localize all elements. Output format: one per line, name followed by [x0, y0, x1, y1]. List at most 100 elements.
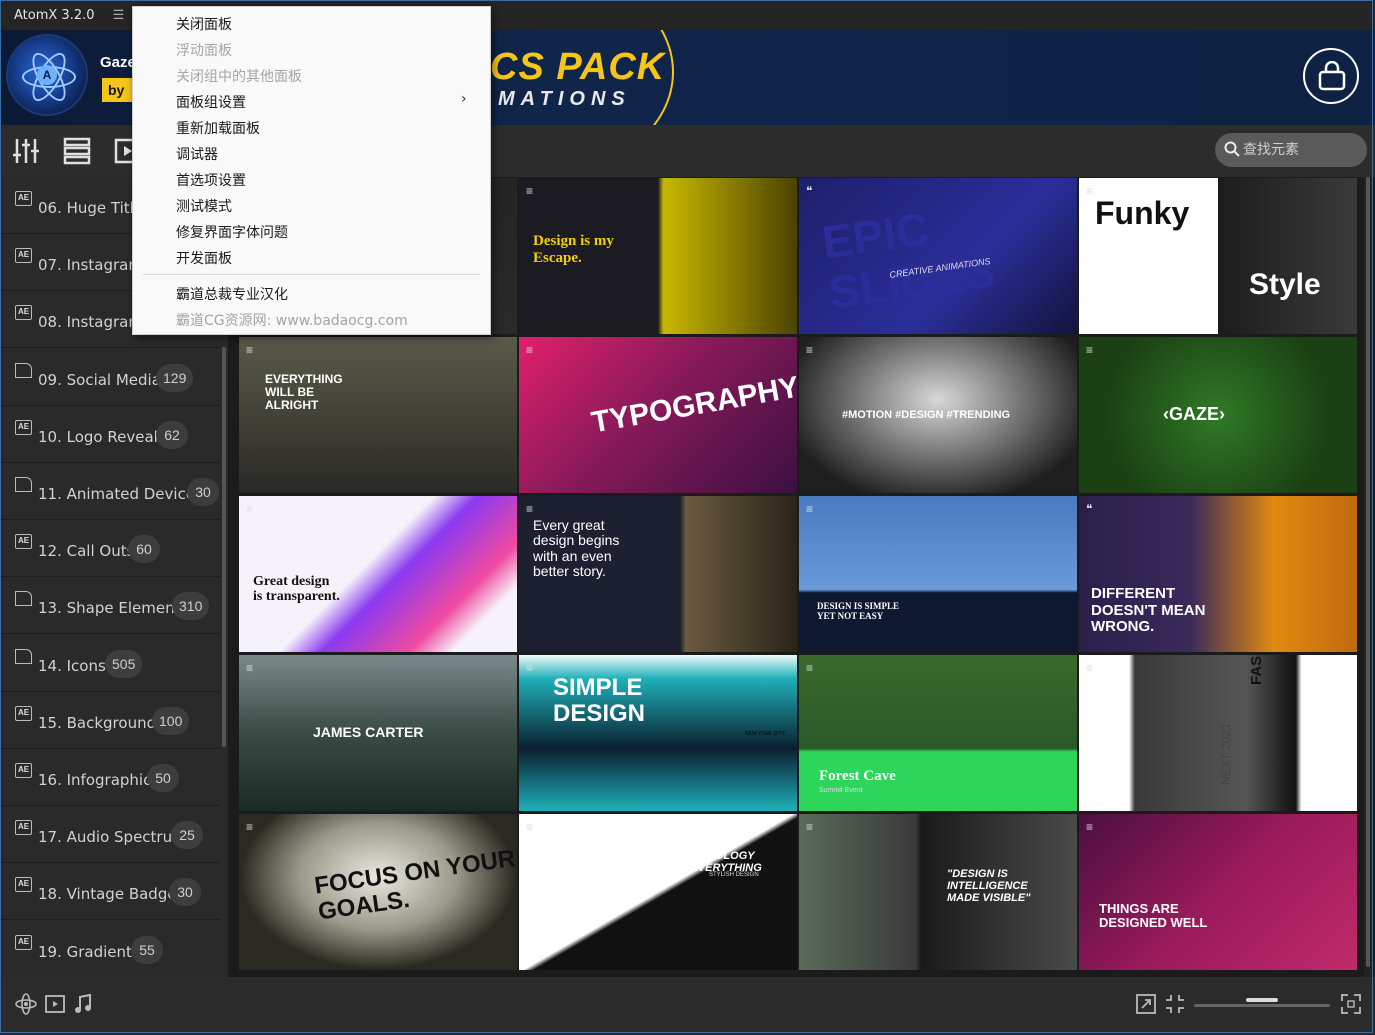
thumbnail-title: Forest Cave	[819, 768, 896, 784]
thumbnail-title: DESIGN IS SIMPLE YET NOT EASY	[817, 601, 900, 621]
template-thumbnail[interactable]: DESIGN IS SIMPLE YET NOT EASY ≡	[799, 496, 1077, 652]
sidebar-category-label: 16. Infographics	[38, 771, 160, 789]
template-thumbnail[interactable]: "DESIGN IS INTELLIGENCE MADE VISIBLE" ≡	[799, 814, 1077, 970]
thumbnail-menu-icon: ≡	[246, 343, 254, 357]
list-view-icon[interactable]	[63, 137, 91, 165]
sidebar-category-item[interactable]: AE 17. Audio Spectrum 25	[0, 806, 220, 864]
template-thumbnail[interactable]: FOCUS ON YOUR GOALS. ≡	[239, 814, 517, 970]
zoom-slider-track[interactable]	[1194, 1004, 1330, 1007]
thumbnail-menu-icon: ≡	[1086, 184, 1094, 198]
thumbnail-menu-icon: ≡	[526, 502, 534, 516]
thumbnail-title: EVERYTHING WILL BE ALRIGHT	[265, 372, 343, 413]
sidebar-category-label: 09. Social Media	[38, 370, 161, 389]
thumbnail-title: #MOTION #DESIGN #TRENDING	[842, 409, 1011, 421]
context-menu-item[interactable]: 修复界面字体问题	[133, 218, 490, 244]
panel-context-menu: 关闭面板浮动面板 关闭组中的其他面板 面板组设置 › 重新加载面板 调试器首选项设置测试模…	[132, 6, 491, 335]
sidebar-category-item[interactable]: AE 18. Vintage Badges 30	[0, 863, 220, 921]
template-thumbnail[interactable]: #MOTION #DESIGN #TRENDING ≡	[799, 337, 1077, 493]
sidebar-category-label: 17. Audio Spectrum	[38, 828, 187, 847]
context-menu-item[interactable]: 面板组设置 ›	[133, 88, 490, 114]
thumbnail-menu-icon: ≡	[806, 343, 814, 357]
sidebar-category-item[interactable]: AE 10. Logo Reveals 62	[0, 406, 220, 463]
shrink-icon[interactable]	[1164, 993, 1186, 1015]
template-thumbnail[interactable]: DIFFERENT DOESN'T MEAN WRONG. ❝	[1079, 496, 1357, 652]
thumbnail-title: EPIC SLIDES	[818, 202, 998, 319]
ae-icon: AE	[15, 248, 32, 264]
expand-icon[interactable]	[1340, 993, 1362, 1015]
thumbnail-menu-icon: ≡	[526, 184, 534, 198]
sidebar-count-badge: 30	[187, 478, 219, 506]
context-menu-item[interactable]: 开发面板	[133, 244, 490, 270]
banner-headline: CS PACK	[490, 46, 666, 88]
thumbnail-subtitle: NEW YORK CITY	[745, 731, 785, 737]
context-menu-item[interactable]: 调试器	[133, 140, 490, 166]
sidebar-category-label: 10. Logo Reveals	[38, 427, 166, 446]
thumbnail-title: Style	[1249, 268, 1321, 301]
shop-cart-button[interactable]	[1303, 48, 1359, 104]
sidebar-category-item[interactable]: 09. Social Media 129	[0, 349, 220, 406]
sidebar-count-badge: 50	[147, 764, 179, 792]
search-box[interactable]	[1215, 133, 1367, 167]
thumbnail-title: THINGS ARE DESIGNED WELL	[1099, 901, 1208, 931]
template-thumbnail[interactable]: Funky Style ≡	[1079, 178, 1357, 334]
fit-view-icon[interactable]	[1135, 993, 1157, 1015]
thumbnail-subtitle: NEXT 2021	[1219, 723, 1233, 785]
atomx-logo: A	[8, 36, 86, 114]
thumbnail-subtitle: STYLISH DESIGN	[709, 872, 759, 878]
ae-icon: AE	[15, 705, 32, 721]
panel-menu-icon[interactable]: ☰	[111, 8, 126, 22]
shape-icon	[15, 362, 32, 378]
video-icon[interactable]	[44, 993, 66, 1015]
ae-icon: AE	[15, 877, 32, 893]
sidebar-category-item[interactable]: AE 12. Call Outs 60	[0, 520, 220, 578]
context-menu-item[interactable]: 关闭面板	[133, 10, 490, 36]
music-icon[interactable]	[72, 993, 94, 1015]
sidebar-category-item[interactable]: 11. Animated Devices 30	[0, 463, 220, 520]
template-thumbnail[interactable]: TYPOGRAPHY ≡	[519, 337, 797, 493]
template-thumbnail[interactable]: JAMES CARTER ≡	[239, 655, 517, 811]
ae-icon: AE	[15, 820, 32, 836]
atom-icon[interactable]	[15, 993, 37, 1015]
template-thumbnail[interactable]: THINGS ARE DESIGNED WELL ≡	[1079, 814, 1357, 970]
zoom-slider-thumb[interactable]	[1245, 998, 1278, 1002]
template-thumbnail[interactable]: Great design is transparent. ≡	[239, 496, 517, 652]
sidebar-count-badge: 25	[171, 821, 203, 850]
context-menu-item-label: 霸道CG资源网: www.badaocg.com	[176, 313, 408, 329]
thumbnail-menu-icon: ≡	[526, 661, 534, 675]
sliders-icon[interactable]	[12, 137, 40, 165]
template-thumbnail[interactable]: EPIC SLIDES CREATIVE ANIMATIONS ❝	[799, 178, 1077, 334]
ae-icon: AE	[15, 934, 32, 950]
context-menu-item-label: 霸道总裁专业汉化	[176, 287, 288, 303]
sidebar-category-item[interactable]: 14. Icons 505	[0, 635, 220, 692]
template-thumbnail[interactable]: FASHION NEXT 2021 ≡	[1079, 655, 1357, 811]
sidebar-category-item[interactable]: 13. Shape Elements 310	[0, 577, 220, 635]
sidebar-count-badge: 62	[156, 420, 188, 449]
sidebar-category-item[interactable]: AE 19. Gradients 55	[0, 921, 220, 977]
ae-icon: AE	[15, 191, 32, 206]
template-thumbnail[interactable]: Every great design begins with an even b…	[519, 496, 797, 652]
template-thumbnail[interactable]: TECHNOLOGY IS EVERYTHING STYLISH DESIGN ≡	[519, 814, 797, 970]
context-menu-item-label: 首选项设置	[176, 173, 246, 189]
context-menu-item: 浮动面板	[133, 36, 490, 62]
template-thumbnail[interactable]: EVERYTHING WILL BE ALRIGHT ≡	[239, 337, 517, 493]
template-thumbnail[interactable]: ‹GAZE› ≡	[1079, 337, 1357, 493]
sidebar-count-badge: 129	[156, 363, 194, 392]
template-thumbnail[interactable]: SIMPLE DESIGN NEW YORK CITY ≡	[519, 655, 797, 811]
context-menu-item-label: 面板组设置	[176, 95, 246, 111]
context-menu-item[interactable]: 测试模式	[133, 192, 490, 218]
sidebar-category-item[interactable]: AE 15. Backgrounds 100	[0, 692, 220, 749]
template-thumbnail[interactable]: Design is my Escape. ≡	[519, 178, 797, 334]
thumbnail-title: Design is my Escape.	[533, 233, 614, 266]
context-menu-item-label: 关闭面板	[176, 17, 232, 33]
context-menu-item: 关闭组中的其他面板	[133, 62, 490, 88]
context-menu-item[interactable]: 霸道总裁专业汉化	[133, 280, 490, 306]
search-input[interactable]	[1243, 140, 1361, 160]
context-menu-item[interactable]: 首选项设置	[133, 166, 490, 192]
sidebar-category-item[interactable]: AE 16. Infographics 50	[0, 749, 220, 806]
banner-subheadline: MATIONS	[498, 88, 631, 110]
menu-separator	[143, 274, 480, 275]
thumbnail-menu-icon: ≡	[526, 820, 534, 834]
template-thumbnail[interactable]: Forest Cave Summit Event ≡	[799, 655, 1077, 811]
grid-scrollbar[interactable]	[1364, 177, 1372, 977]
context-menu-item[interactable]: 重新加载面板	[133, 114, 490, 140]
